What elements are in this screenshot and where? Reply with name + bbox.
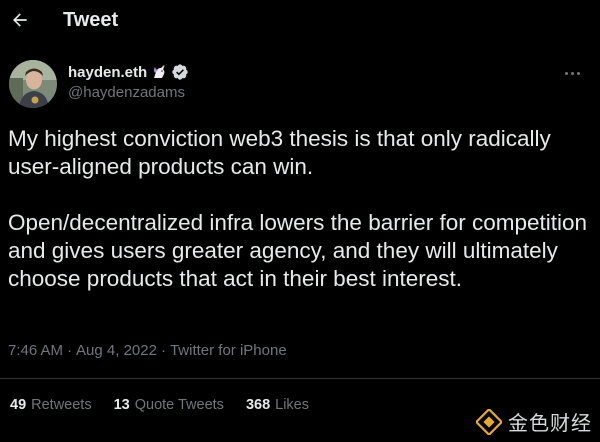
retweets-stat[interactable]: 49 Retweets [10, 397, 92, 413]
author-block: hayden.eth @haydenzadams [68, 63, 189, 101]
tweet-page: Tweet hayden.eth @haydenzadams My highes… [0, 0, 600, 442]
unicorn-emoji-icon [151, 64, 167, 80]
quote-tweets-stat[interactable]: 13 Quote Tweets [114, 397, 224, 413]
likes-stat[interactable]: 368 Likes [246, 397, 309, 413]
quote-tweets-count: 13 [113, 397, 130, 413]
tweet-meta: 7:46 AM · Aug 4, 2022 · Twitter for iPho… [8, 342, 287, 359]
retweets-label: Retweets [31, 397, 92, 413]
tweet-text: My highest conviction web3 thesis is tha… [8, 125, 588, 293]
watermark-logo-icon [476, 408, 502, 435]
more-dot [570, 71, 574, 75]
meta-separator: · [67, 342, 73, 359]
retweets-count: 49 [10, 397, 27, 413]
tweet-paragraph: My highest conviction web3 thesis is tha… [8, 126, 551, 179]
likes-count: 368 [245, 397, 271, 413]
header-bar: Tweet [0, 0, 600, 44]
author-display-name[interactable]: hayden.eth [68, 64, 147, 81]
more-options-button[interactable] [562, 66, 582, 80]
watermark: 金色财经 [476, 407, 592, 436]
tweet-paragraph: Open/decentralized infra lowers the barr… [8, 210, 588, 291]
avatar[interactable] [9, 60, 57, 108]
tweet-time[interactable]: 7:46 AM [8, 342, 63, 359]
page-title: Tweet [63, 9, 119, 31]
more-dot [576, 71, 580, 75]
meta-separator: · [160, 342, 166, 359]
verified-badge-icon [171, 63, 189, 81]
back-button[interactable] [6, 6, 34, 34]
name-row: hayden.eth [68, 63, 189, 81]
author-handle[interactable]: @haydenzadams [68, 84, 189, 101]
likes-label: Likes [275, 397, 309, 413]
arrow-left-icon [13, 13, 27, 27]
more-dots-icon [564, 71, 568, 75]
quote-tweets-label: Quote Tweets [134, 397, 224, 413]
engagement-stats: 49 Retweets 13 Quote Tweets 368 Likes [10, 397, 309, 413]
tweet-date[interactable]: Aug 4, 2022 [76, 342, 157, 359]
tweet-source[interactable]: Twitter for iPhone [170, 342, 287, 359]
divider [0, 378, 600, 379]
watermark-text: 金色财经 [508, 411, 592, 435]
